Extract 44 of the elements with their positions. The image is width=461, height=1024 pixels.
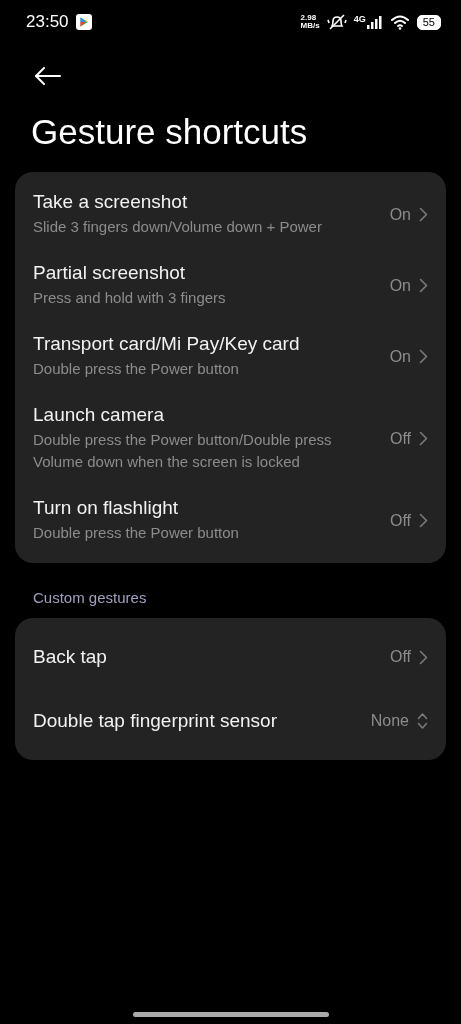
chevron-right-icon	[419, 431, 428, 446]
clock-time: 23:50	[26, 12, 69, 32]
setting-title: Transport card/Mi Pay/Key card	[33, 333, 301, 355]
chevron-right-icon	[419, 207, 428, 222]
setting-value: Off	[389, 511, 411, 530]
setting-description: Double press the Power button	[33, 359, 240, 379]
chevron-right-icon	[419, 349, 428, 364]
settings-row[interactable]: Partial screenshot Press and hold with 3 fingers On	[15, 250, 446, 321]
network-speed: 2.98 MB/s	[300, 14, 320, 30]
wifi-icon	[389, 14, 410, 30]
signal-icon	[366, 15, 383, 29]
setting-description: Press and hold with 3 fingers	[33, 288, 227, 308]
up-down-chevron-icon	[417, 712, 428, 730]
setting-description: Double press the Power button	[33, 523, 240, 543]
setting-title: Back tap	[33, 646, 108, 668]
muted-bell-icon	[326, 14, 347, 30]
setting-value: On	[389, 205, 411, 224]
setting-title: Take a screenshot	[33, 191, 189, 213]
settings-row[interactable]: Launch camera Double press the Power button/Double press Volume down when the screen is locked Off	[15, 392, 446, 485]
setting-title: Double tap fingerprint sensor	[33, 710, 278, 732]
setting-value: Off	[389, 648, 411, 666]
setting-value: None	[370, 712, 409, 730]
chevron-right-icon	[419, 513, 428, 528]
setting-title: Partial screenshot	[33, 262, 187, 284]
setting-description: Slide 3 fingers down/Volume down + Power	[33, 217, 323, 237]
back-arrow-icon[interactable]	[34, 66, 62, 86]
setting-description: Double press the Power button/Double press Volume down when the screen is locked	[33, 430, 333, 472]
section-header: Custom gestures	[33, 589, 148, 606]
page-title: Gesture shortcuts	[31, 112, 309, 152]
chevron-right-icon	[419, 649, 428, 665]
play-store-icon	[75, 14, 92, 30]
settings-row[interactable]: Turn on flashlight Double press the Power button Off	[15, 485, 446, 556]
setting-value: On	[389, 347, 411, 366]
setting-title: Launch camera	[33, 404, 165, 426]
setting-title: Turn on flashlight	[33, 497, 180, 519]
settings-row[interactable]: Back tap Off	[15, 625, 446, 689]
battery-level: 55	[416, 14, 441, 30]
settings-row[interactable]: Transport card/Mi Pay/Key card Double press the Power button On	[15, 321, 446, 392]
chevron-right-icon	[419, 278, 428, 293]
setting-value: On	[389, 276, 411, 295]
settings-row[interactable]: Double tap fingerprint sensor None	[15, 689, 446, 753]
network-type: 4G	[353, 14, 366, 24]
setting-value: Off	[389, 429, 411, 448]
settings-row[interactable]: Take a screenshot Slide 3 fingers down/Volume down + Power On	[15, 179, 446, 250]
